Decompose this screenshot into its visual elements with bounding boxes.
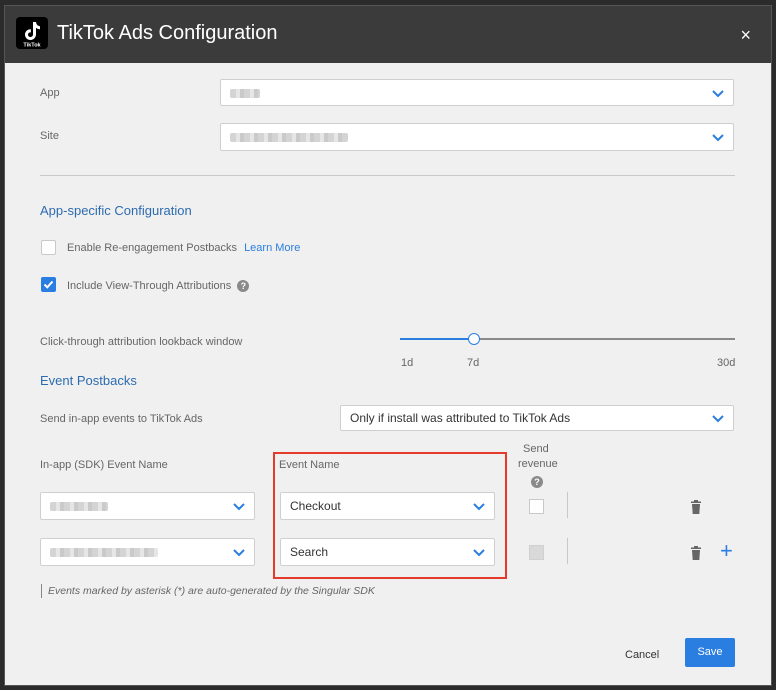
send-revenue-checkbox[interactable]	[529, 545, 544, 560]
app-select[interactable]	[220, 79, 734, 106]
view-through-label: Include View-Through Attributions ?	[67, 280, 250, 293]
view-through-checkbox[interactable]	[41, 277, 56, 292]
tick-7d: 7d	[467, 357, 480, 369]
cancel-button[interactable]: Cancel	[625, 649, 659, 661]
tick-1d: 1d	[401, 357, 414, 369]
section-divider	[40, 175, 735, 176]
col-revenue-header-2: revenue	[518, 458, 558, 470]
chevron-down-icon	[233, 549, 245, 557]
help-icon[interactable]: ?	[531, 476, 543, 488]
app-label: App	[40, 87, 60, 99]
event-name-value: Checkout	[290, 499, 341, 513]
col-revenue-header-1: Send	[523, 443, 549, 455]
reengagement-label: Enable Re-engagement Postbacks Learn Mor…	[67, 242, 300, 254]
lookback-slider[interactable]	[400, 333, 735, 345]
chevron-down-icon	[473, 549, 485, 557]
reengagement-label-text: Enable Re-engagement Postbacks	[67, 242, 237, 254]
save-button[interactable]: Save	[685, 638, 735, 667]
view-through-label-text: Include View-Through Attributions	[67, 280, 232, 292]
checkmark-icon	[43, 280, 54, 289]
dialog-title: TikTok Ads Configuration	[57, 22, 278, 44]
send-events-select[interactable]: Only if install was attributed to TikTok…	[340, 405, 734, 431]
trash-icon[interactable]	[690, 546, 702, 560]
close-icon[interactable]: ×	[740, 25, 751, 46]
send-revenue-checkbox[interactable]	[529, 499, 544, 514]
sdk-event-value	[50, 499, 108, 513]
chevron-down-icon	[712, 415, 724, 423]
send-events-value: Only if install was attributed to TikTok…	[350, 411, 571, 425]
sdk-event-value	[50, 545, 158, 559]
site-select-value	[230, 130, 348, 144]
trash-icon[interactable]	[690, 500, 702, 514]
note-bar	[41, 584, 42, 598]
row-separator	[567, 492, 568, 518]
svg-text:TikTok: TikTok	[23, 43, 41, 49]
app-select-value	[230, 86, 260, 100]
send-events-label: Send in-app events to TikTok Ads	[40, 413, 203, 425]
slider-handle[interactable]	[467, 333, 480, 345]
plus-icon[interactable]: +	[720, 540, 733, 562]
event-postbacks-title: Event Postbacks	[40, 373, 137, 388]
sdk-event-select[interactable]	[40, 492, 255, 520]
event-name-value: Search	[290, 545, 329, 559]
tiktok-config-dialog: TikTok TikTok Ads Configuration × App Si…	[4, 5, 772, 686]
chevron-down-icon	[712, 89, 724, 97]
col-sdk-header: In-app (SDK) Event Name	[40, 459, 168, 471]
asterisk-note: Events marked by asterisk (*) are auto-g…	[48, 585, 375, 597]
tick-30d: 30d	[717, 357, 736, 369]
dialog-header: TikTok TikTok Ads Configuration ×	[5, 6, 771, 63]
event-name-select[interactable]: Search	[280, 538, 495, 566]
site-label: Site	[40, 130, 59, 142]
help-icon[interactable]: ?	[237, 280, 250, 293]
row-separator	[567, 538, 568, 564]
lookback-label: Click-through attribution lookback windo…	[40, 336, 243, 348]
sdk-event-select[interactable]	[40, 538, 255, 566]
reengagement-checkbox[interactable]	[41, 240, 56, 255]
app-config-title: App-specific Configuration	[40, 203, 192, 218]
chevron-down-icon	[473, 503, 485, 511]
learn-more-link[interactable]: Learn More	[244, 242, 300, 254]
tiktok-logo-icon: TikTok	[16, 17, 48, 49]
slider-fill	[400, 338, 474, 340]
chevron-down-icon	[233, 503, 245, 511]
chevron-down-icon	[712, 134, 724, 142]
site-select[interactable]	[220, 123, 734, 151]
event-name-select[interactable]: Checkout	[280, 492, 495, 520]
